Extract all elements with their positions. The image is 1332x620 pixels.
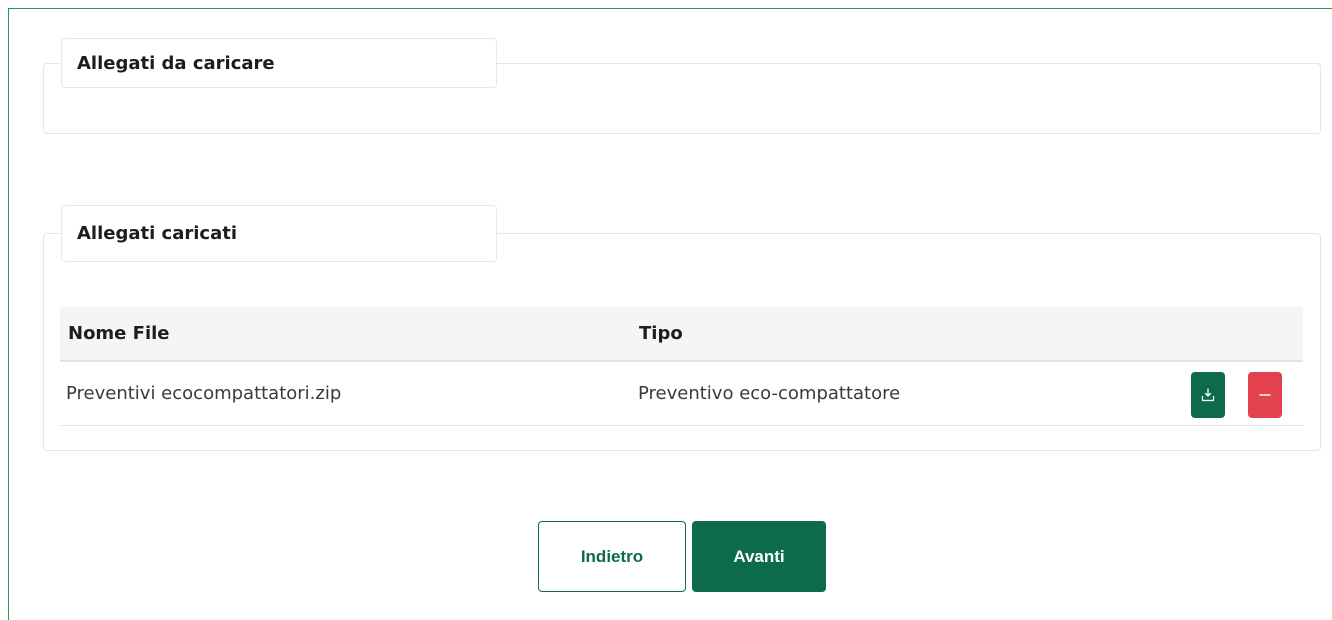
next-button[interactable]: Avanti <box>692 521 826 592</box>
remove-button[interactable] <box>1248 372 1282 418</box>
table-row: Preventivi ecocompattatori.zip Preventiv… <box>60 362 1303 426</box>
table-header: Nome File Tipo <box>60 307 1303 362</box>
uploaded-attachments-title: Allegati caricati <box>61 205 497 262</box>
column-header-type: Tipo <box>639 323 683 344</box>
column-header-file-name: Nome File <box>68 323 170 344</box>
download-button[interactable] <box>1191 372 1225 418</box>
download-icon <box>1201 388 1215 402</box>
back-button[interactable]: Indietro <box>538 521 686 592</box>
minus-icon <box>1259 394 1271 396</box>
file-type-cell: Preventivo eco-compattatore <box>638 383 901 404</box>
attachments-to-upload-title: Allegati da caricare <box>61 38 497 88</box>
file-name-cell: Preventivi ecocompattatori.zip <box>66 383 342 404</box>
